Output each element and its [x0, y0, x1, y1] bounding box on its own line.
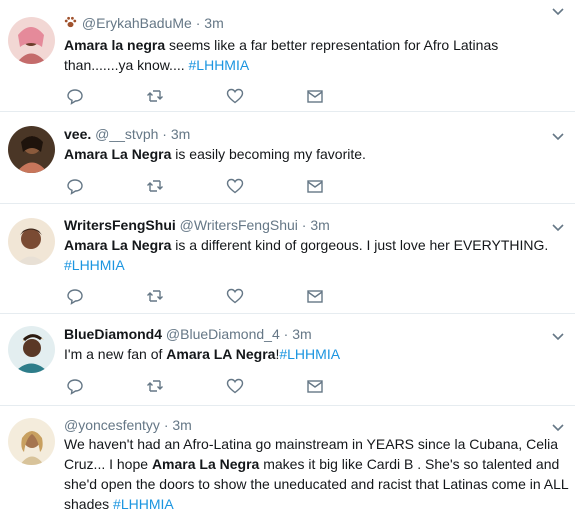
tweet[interactable]: WritersFengShui @WritersFengShui · 3m Am…: [0, 204, 575, 314]
heart-icon[interactable]: [226, 87, 244, 105]
separator-dot: ·: [162, 126, 167, 142]
chevron-down-icon[interactable]: [551, 329, 565, 343]
reply-icon[interactable]: [66, 87, 84, 105]
chevron-down-icon[interactable]: [551, 4, 565, 18]
envelope-icon[interactable]: [306, 287, 324, 305]
hashtag-link[interactable]: #LHHMIA: [113, 496, 174, 512]
text-segment: Amara La Negra: [64, 146, 172, 162]
envelope-icon[interactable]: [306, 177, 324, 195]
envelope-icon[interactable]: [306, 87, 324, 105]
timestamp[interactable]: 3m: [172, 417, 191, 433]
chevron-down-icon[interactable]: [551, 420, 565, 434]
paw-prints-icon: [64, 14, 78, 34]
separator-dot: ·: [163, 417, 169, 433]
retweet-icon[interactable]: [146, 377, 164, 395]
tweet-text: Amara la negra seems like a far better r…: [64, 35, 570, 75]
avatar[interactable]: [8, 126, 55, 173]
user-handle[interactable]: @WritersFengShui: [180, 217, 298, 233]
timestamp[interactable]: 3m: [292, 326, 311, 342]
display-name[interactable]: WritersFengShui: [64, 217, 176, 233]
tweet-header: @yoncesfentyy · 3m: [64, 415, 192, 435]
text-segment: Amara La Negra: [151, 456, 260, 472]
tweet[interactable]: @ErykahBaduMe · 3m Amara la negra seems …: [0, 0, 575, 112]
timestamp[interactable]: 3m: [171, 126, 190, 142]
retweet-icon[interactable]: [146, 287, 164, 305]
timestamp[interactable]: 3m: [204, 15, 223, 31]
separator-dot: ·: [301, 217, 307, 233]
separator-dot: ·: [283, 326, 289, 342]
envelope-icon[interactable]: [306, 377, 324, 395]
hashtag-link[interactable]: #LHHMIA: [189, 57, 250, 73]
display-name[interactable]: BlueDiamond4: [64, 326, 162, 342]
text-segment: Amara La Negra: [64, 237, 172, 253]
heart-icon[interactable]: [226, 377, 244, 395]
avatar[interactable]: [8, 418, 55, 465]
tweet-text: Amara La Negra is easily becoming my fav…: [64, 144, 570, 164]
user-handle[interactable]: @yoncesfentyy: [64, 417, 160, 433]
user-handle[interactable]: @__stvph: [95, 126, 158, 142]
tweet-text: We haven't had an Afro-Latina go mainstr…: [64, 434, 570, 514]
text-segment: Amara la negra: [64, 37, 166, 53]
tweet[interactable]: @yoncesfentyy · 3m We haven't had an Afr…: [0, 406, 575, 523]
avatar[interactable]: [8, 218, 55, 265]
avatar[interactable]: [8, 326, 55, 373]
avatar[interactable]: [8, 17, 55, 64]
tweet-header: BlueDiamond4 @BlueDiamond_4 · 3m: [64, 324, 312, 344]
hashtag-link[interactable]: #LHHMIA: [64, 257, 125, 273]
heart-icon[interactable]: [226, 177, 244, 195]
retweet-icon[interactable]: [146, 177, 164, 195]
tweet[interactable]: vee. @__stvph · 3m Amara La Negra is eas…: [0, 112, 575, 204]
user-handle[interactable]: @BlueDiamond_4: [166, 326, 280, 342]
chevron-down-icon[interactable]: [551, 129, 565, 143]
tweet-text: Amara La Negra is a different kind of go…: [64, 235, 570, 275]
timestamp[interactable]: 3m: [310, 217, 329, 233]
tweet-header: WritersFengShui @WritersFengShui · 3m: [64, 215, 330, 235]
user-handle[interactable]: @ErykahBaduMe: [82, 15, 192, 31]
chevron-down-icon[interactable]: [551, 220, 565, 234]
tweet-header: vee. @__stvph · 3m: [64, 124, 190, 144]
heart-icon[interactable]: [226, 287, 244, 305]
reply-icon[interactable]: [66, 177, 84, 195]
separator-dot: ·: [195, 15, 201, 31]
tweet-text: I'm a new fan of Amara LA Negra!#LHHMIA: [64, 344, 570, 364]
display-name[interactable]: vee.: [64, 126, 91, 142]
text-segment: is a different kind of gorgeous. I just …: [171, 237, 549, 253]
text-segment: I'm a new fan of: [64, 346, 167, 362]
tweet[interactable]: BlueDiamond4 @BlueDiamond_4 · 3m I'm a n…: [0, 314, 575, 406]
retweet-icon[interactable]: [146, 87, 164, 105]
reply-icon[interactable]: [66, 377, 84, 395]
hashtag-link[interactable]: #LHHMIA: [279, 346, 340, 362]
reply-icon[interactable]: [66, 287, 84, 305]
tweet-header: @ErykahBaduMe · 3m: [64, 13, 224, 33]
text-segment: is easily becoming my favorite.: [171, 146, 366, 162]
text-segment: Amara LA Negra: [166, 346, 276, 362]
